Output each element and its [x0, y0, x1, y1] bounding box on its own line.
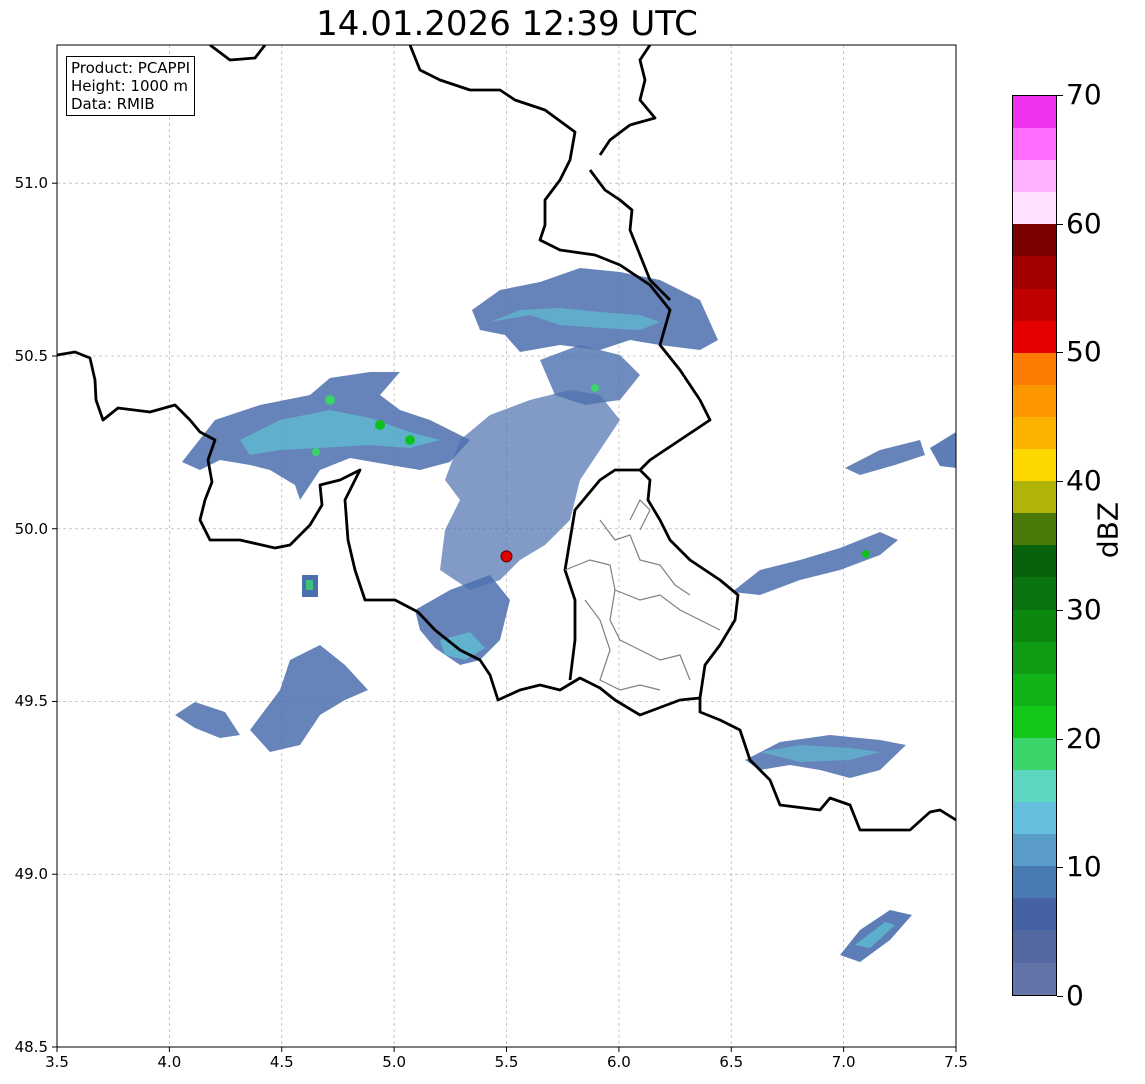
y-tick-label: 48.5 — [14, 1038, 48, 1056]
y-tick-label: 50.5 — [14, 346, 48, 365]
colorbar-tick-mark — [1057, 481, 1063, 483]
colorbar-tick-label: 40 — [1066, 464, 1102, 498]
colorbar-tick-label: 60 — [1066, 206, 1102, 240]
colorbar-tick-label: 10 — [1066, 850, 1102, 884]
colorbar-segment — [1013, 769, 1056, 803]
colorbar-segment — [1013, 802, 1056, 835]
y-tick-label: 49.0 — [14, 865, 48, 884]
colorbar-segment — [1013, 641, 1056, 674]
colorbar-tick-label: 70 — [1066, 78, 1102, 111]
colorbar-segment — [1013, 673, 1056, 706]
colorbar-segment — [1013, 705, 1056, 738]
x-tick-label: 4.5 — [269, 1053, 294, 1071]
colorbar-segment — [1013, 352, 1056, 385]
colorbar — [1012, 95, 1057, 996]
colorbar-tick-label: 0 — [1066, 979, 1084, 1012]
echo-west-cell — [405, 435, 415, 445]
colorbar-tick-label: 20 — [1066, 721, 1102, 755]
colorbar-segment — [1013, 96, 1056, 129]
colorbar-tick-mark — [1057, 223, 1063, 225]
info-height: Height: 1000 m — [71, 77, 188, 95]
x-tick-label: 6.0 — [606, 1053, 631, 1071]
colorbar-segment — [1013, 192, 1056, 225]
colorbar-segment — [1013, 962, 1056, 995]
echo-west-cell — [375, 420, 385, 430]
colorbar-label: dBZ — [1091, 501, 1125, 559]
product-info-box: Product: PCAPPI Height: 1000 m Data: RMI… — [66, 56, 196, 116]
radar-map — [52, 44, 957, 1052]
x-tick-label: 7.0 — [831, 1053, 856, 1071]
colorbar-tick-label: 50 — [1066, 335, 1102, 369]
colorbar-segment — [1013, 128, 1056, 161]
y-tick-label: 51.0 — [14, 174, 48, 193]
x-tick-label: 5.5 — [494, 1053, 519, 1071]
x-tick-label: 4.0 — [157, 1053, 182, 1071]
colorbar-segment — [1013, 256, 1056, 289]
colorbar-segment — [1013, 320, 1056, 353]
echo-west-cell — [325, 395, 335, 405]
colorbar-tick-mark — [1057, 609, 1063, 611]
colorbar-segment — [1013, 898, 1056, 931]
colorbar-segment — [1013, 416, 1056, 450]
colorbar-segment — [1013, 545, 1056, 578]
colorbar-segment — [1013, 160, 1056, 193]
info-source: Data: RMIB — [71, 95, 155, 113]
colorbar-segment — [1013, 737, 1056, 770]
echo-east-streak-cell — [862, 550, 870, 558]
colorbar-tick-mark — [1057, 738, 1063, 740]
colorbar-segment — [1013, 866, 1056, 899]
colorbar-segment — [1013, 481, 1056, 514]
colorbar-tick-mark — [1057, 867, 1063, 869]
echo-west-cell — [312, 448, 320, 456]
colorbar-segment — [1013, 930, 1056, 963]
info-product: Product: PCAPPI — [71, 59, 191, 77]
y-tick-label: 49.5 — [14, 692, 48, 711]
colorbar-segment — [1013, 384, 1056, 417]
colorbar-tick-mark — [1057, 996, 1063, 997]
colorbar-segment — [1013, 288, 1056, 321]
y-tick-label: 50.0 — [14, 519, 48, 538]
colorbar-segment — [1013, 834, 1056, 867]
colorbar-segment — [1013, 577, 1056, 610]
echo-east-cell — [591, 384, 599, 392]
x-tick-label: 5.0 — [382, 1053, 407, 1071]
colorbar-tick-mark — [1057, 95, 1063, 96]
colorbar-segment — [1013, 609, 1056, 642]
colorbar-segment — [1013, 513, 1056, 546]
radar-site-marker — [500, 550, 513, 563]
colorbar-segment — [1013, 224, 1056, 257]
colorbar-segment — [1013, 449, 1056, 482]
colorbar-tick-mark — [1057, 352, 1063, 354]
x-tick-label: 6.5 — [719, 1053, 744, 1071]
x-tick-label: 3.5 — [45, 1053, 69, 1071]
x-tick-label: 7.5 — [944, 1053, 968, 1071]
colorbar-tick-label: 30 — [1066, 592, 1102, 626]
